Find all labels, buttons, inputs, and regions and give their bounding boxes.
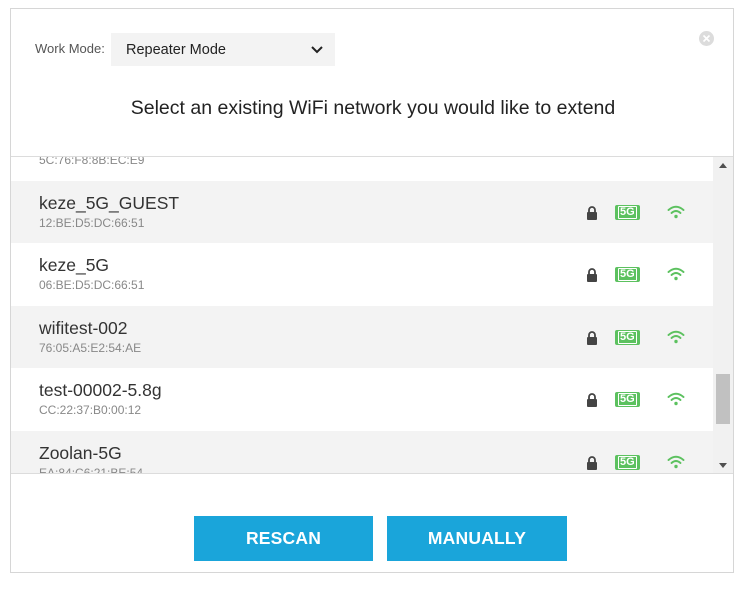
- network-mac: 06:BE:D5:DC:66:51: [39, 278, 145, 292]
- network-ssid: wifitest-002: [39, 317, 128, 338]
- band-label: 5G: [618, 393, 637, 406]
- network-mac: 5C:76:F8:8B:EC:E9: [39, 156, 145, 167]
- lock-icon: [586, 393, 598, 407]
- lock-icon: [586, 455, 598, 470]
- network-row[interactable]: wifitest-002 76:05:A5:E2:54:AE 5G: [11, 305, 713, 368]
- wifi-signal-icon: [667, 330, 685, 344]
- band-label: 5G: [618, 205, 637, 219]
- wifi-signal-icon: [667, 455, 685, 469]
- scroll-thumb[interactable]: [716, 374, 730, 424]
- work-mode-value: Repeater Mode: [126, 41, 226, 58]
- network-mac: 12:BE:D5:DC:66:51: [39, 215, 145, 230]
- network-mac: 76:05:A5:E2:54:AE: [39, 340, 142, 355]
- band-label: 5G: [618, 268, 637, 281]
- band-5g-badge: 5G: [615, 454, 640, 470]
- band-label: 5G: [618, 455, 637, 469]
- chevron-down-icon: [311, 43, 325, 57]
- lock-icon: [586, 330, 598, 345]
- page-title: Select an existing WiFi network you woul…: [130, 97, 616, 119]
- network-rows: 5C:76:F8:8B:EC:E9 5G keze_5G_GUEST 12:BE:D5…: [11, 156, 713, 474]
- network-list[interactable]: 5C:76:F8:8B:EC:E9 5G keze_5G_GUEST 12:BE:D5…: [11, 156, 733, 474]
- lock-icon: [586, 205, 598, 220]
- band-5g-badge: 5G: [615, 392, 640, 407]
- network-ssid: Zoolan-5G: [39, 442, 122, 463]
- manually-button[interactable]: MANUALLY: [387, 516, 567, 561]
- band-5g-badge: 5G: [615, 156, 640, 157]
- network-ssid: keze_5G: [39, 255, 110, 275]
- network-row[interactable]: keze_5G_GUEST 12:BE:D5:DC:66:51 5G: [11, 180, 713, 243]
- work-mode-dialog: Work Mode: Repeater Mode Select an exist…: [10, 8, 734, 573]
- scroll-up-arrow-icon[interactable]: [713, 157, 733, 173]
- band-label: 5G: [618, 330, 637, 344]
- work-mode-label: Work Mode:: [35, 41, 105, 56]
- work-mode-select[interactable]: Repeater Mode: [111, 33, 335, 66]
- scroll-down-arrow-icon[interactable]: [713, 457, 733, 473]
- network-row[interactable]: keze_5G 06:BE:D5:DC:66:51 5G: [11, 243, 713, 306]
- network-row[interactable]: test-00002-5.8g CC:22:37:B0:00:12 5G: [11, 368, 713, 431]
- network-row[interactable]: Zoolan-5G EA:84:C6:21:BE:54 5G: [11, 430, 713, 474]
- rescan-button[interactable]: RESCAN: [194, 516, 373, 561]
- lock-icon: [586, 268, 598, 282]
- network-mac: CC:22:37:B0:00:12: [39, 403, 142, 417]
- wifi-signal-icon: [667, 392, 685, 406]
- scrollbar[interactable]: [713, 157, 733, 473]
- close-icon[interactable]: [699, 31, 714, 46]
- network-mac: EA:84:C6:21:BE:54: [39, 465, 144, 474]
- network-ssid: test-00002-5.8g: [39, 380, 162, 400]
- band-5g-badge: 5G: [615, 329, 640, 345]
- lock-icon: [586, 156, 598, 157]
- band-5g-badge: 5G: [615, 204, 640, 220]
- network-row[interactable]: 5C:76:F8:8B:EC:E9 5G: [11, 156, 713, 181]
- wifi-signal-icon: [667, 267, 685, 281]
- wifi-signal-icon: [667, 205, 685, 219]
- network-ssid: keze_5G_GUEST: [39, 192, 180, 213]
- band-5g-badge: 5G: [615, 267, 640, 282]
